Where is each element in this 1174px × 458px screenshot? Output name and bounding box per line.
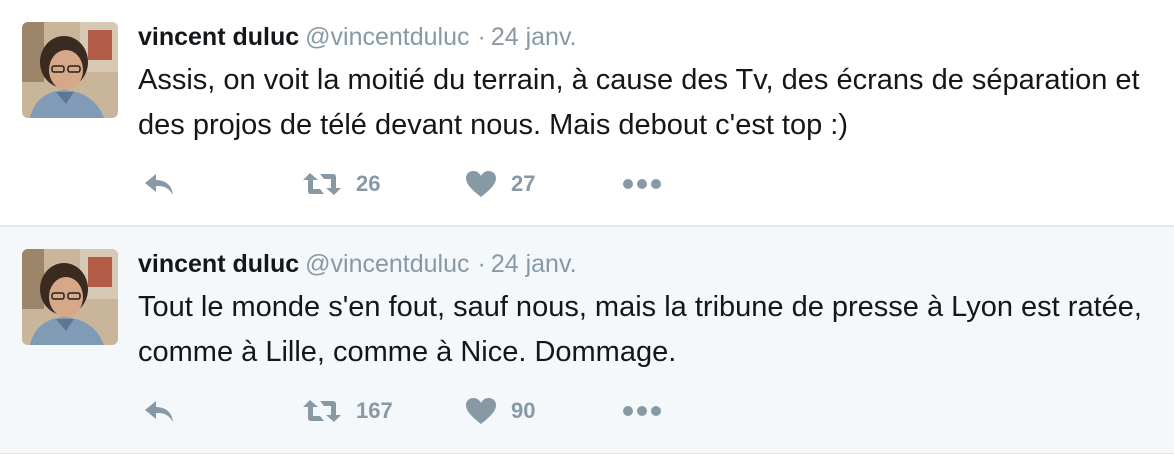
separator-dot: ·	[477, 23, 486, 51]
tweet-date[interactable]: 24 janv.	[491, 23, 577, 51]
avatar[interactable]	[22, 22, 118, 118]
more-dots-icon	[623, 179, 661, 189]
like-button[interactable]: 27	[465, 166, 535, 202]
tweet-actions: 26 27	[138, 166, 738, 202]
reply-button[interactable]	[142, 393, 176, 429]
more-button[interactable]	[622, 166, 662, 202]
retweet-icon	[303, 400, 341, 422]
like-button[interactable]: 90	[465, 393, 535, 429]
avatar-image	[22, 249, 118, 345]
tweet-header: vincent duluc @vincentduluc · 24 janv.	[138, 247, 577, 281]
heart-icon	[466, 398, 496, 424]
tweet-text: Assis, on voit la moitié du terrain, à c…	[138, 64, 1140, 141]
tweet-header: vincent duluc @vincentduluc · 24 janv.	[138, 20, 577, 54]
retweet-button[interactable]: 167	[302, 393, 393, 429]
retweet-icon	[303, 173, 341, 195]
reply-button[interactable]	[142, 166, 176, 202]
tweet[interactable]: vincent duluc @vincentduluc · 24 janv. Tout…	[0, 226, 1174, 454]
retweet-count: 26	[356, 171, 381, 196]
author-handle[interactable]: @vincentduluc	[305, 23, 469, 51]
heart-icon	[466, 171, 496, 197]
more-button[interactable]	[622, 393, 662, 429]
tweet-actions: 167 90	[138, 393, 738, 429]
author-name[interactable]: vincent duluc	[138, 23, 299, 51]
reply-arrow-icon	[145, 174, 173, 195]
author-name[interactable]: vincent duluc	[138, 250, 299, 278]
tweet-date[interactable]: 24 janv.	[491, 250, 577, 278]
reply-arrow-icon	[145, 401, 173, 422]
retweet-count: 167	[356, 398, 393, 423]
tweet[interactable]: vincent duluc @vincentduluc · 24 janv. Assi…	[0, 0, 1174, 226]
separator-dot: ·	[477, 250, 486, 278]
more-dots-icon	[623, 406, 661, 416]
avatar[interactable]	[22, 249, 118, 345]
tweet-text: Tout le monde s'en fout, sauf nous, mais…	[138, 291, 1142, 368]
retweet-button[interactable]: 26	[302, 166, 380, 202]
avatar-image	[22, 22, 118, 118]
tweet-timeline: vincent duluc @vincentduluc · 24 janv. Assi…	[0, 0, 1174, 458]
author-handle[interactable]: @vincentduluc	[305, 250, 469, 278]
like-count: 90	[511, 398, 536, 423]
like-count: 27	[511, 171, 536, 196]
